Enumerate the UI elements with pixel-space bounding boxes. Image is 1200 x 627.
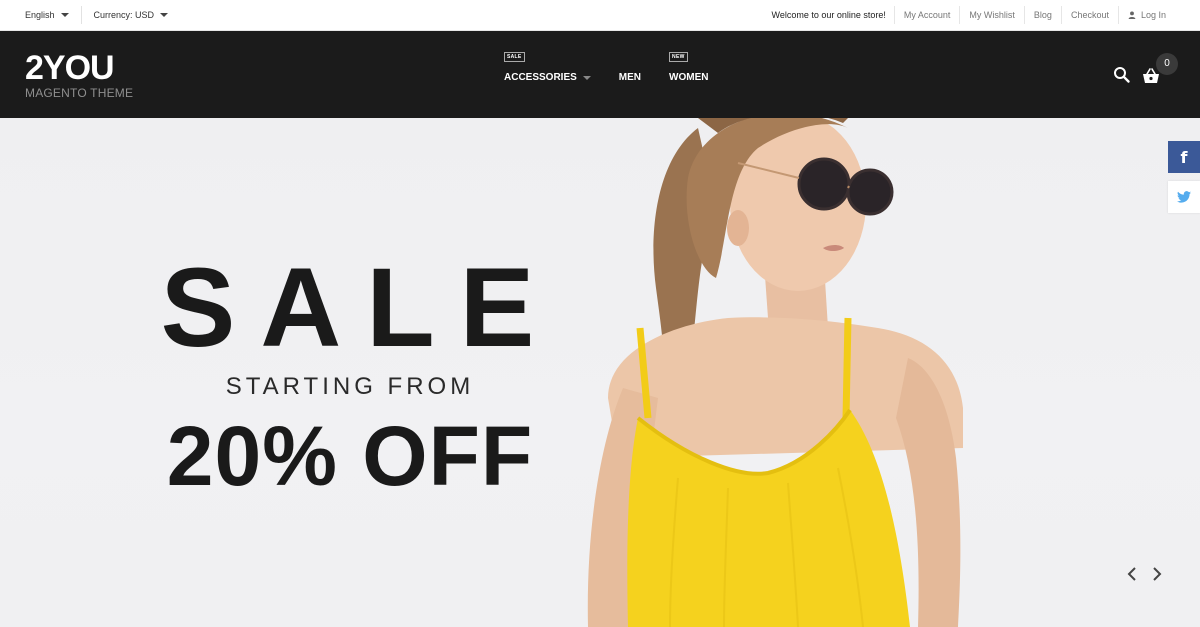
login-link[interactable]: Log In: [1117, 6, 1175, 24]
sale-badge: SALE: [504, 52, 525, 62]
main-nav: SALE ACCESSORIES MEN NEW WOMEN: [504, 31, 736, 118]
chevron-down-icon: [60, 13, 69, 17]
user-icon: [1128, 11, 1136, 19]
blog-link[interactable]: Blog: [1023, 6, 1061, 24]
currency-select[interactable]: Currency: USD: [94, 10, 169, 20]
chevron-left-icon[interactable]: [1124, 566, 1140, 582]
cart-count-badge: 0: [1156, 52, 1178, 75]
chevron-down-icon: [582, 75, 591, 80]
header-icons: 0: [1112, 31, 1184, 118]
facebook-icon: f: [1180, 147, 1188, 167]
hero-slider: SALE STARTING FROM 20% OFF: [0, 118, 1200, 627]
my-wishlist-link[interactable]: My Wishlist: [959, 6, 1024, 24]
logo-name: 2YOU: [25, 49, 115, 87]
language-select[interactable]: English: [25, 10, 69, 20]
twitter-icon: [1177, 191, 1191, 203]
facebook-share-button[interactable]: f: [1168, 141, 1200, 173]
hero-offer: 20% OFF: [166, 409, 534, 503]
nav-item-men[interactable]: MEN: [619, 72, 641, 83]
nav-label: ACCESSORIES: [504, 72, 577, 83]
hero-subtitle: STARTING FROM: [225, 373, 475, 400]
top-bar-left: English Currency: USD: [25, 0, 169, 30]
logo-subtitle: MAGENTO THEME: [25, 86, 134, 100]
main-header: 2YOU MAGENTO THEME SALE ACCESSORIES MEN …: [0, 31, 1200, 118]
twitter-share-button[interactable]: [1168, 181, 1200, 213]
site-logo[interactable]: 2YOU MAGENTO THEME: [25, 51, 133, 100]
top-bar: English Currency: USD Welcome to our onl…: [0, 0, 1200, 31]
my-account-link[interactable]: My Account: [893, 6, 960, 24]
new-badge: NEW: [669, 52, 688, 62]
hero-title: SALE: [160, 245, 560, 370]
nav-item-women[interactable]: NEW WOMEN: [669, 52, 709, 83]
search-icon[interactable]: [1112, 65, 1132, 85]
hero-caption: SALE STARTING FROM 20% OFF: [140, 245, 560, 503]
language-value: English: [25, 10, 55, 20]
checkout-link[interactable]: Checkout: [1060, 6, 1118, 24]
welcome-message: Welcome to our online store!: [771, 10, 886, 20]
nav-label: WOMEN: [669, 72, 709, 83]
nav-label: MEN: [618, 72, 642, 83]
login-label: Log In: [1140, 10, 1166, 20]
nav-item-accessories[interactable]: SALE ACCESSORIES: [504, 52, 591, 83]
currency-value: Currency: USD: [93, 10, 155, 20]
chevron-right-icon[interactable]: [1149, 566, 1165, 582]
model-image: [587, 118, 963, 627]
divider: [80, 6, 82, 24]
cart-button[interactable]: 0: [1142, 52, 1178, 85]
top-bar-right: Welcome to our online store! My Account …: [772, 0, 1176, 30]
chevron-down-icon: [160, 13, 169, 17]
